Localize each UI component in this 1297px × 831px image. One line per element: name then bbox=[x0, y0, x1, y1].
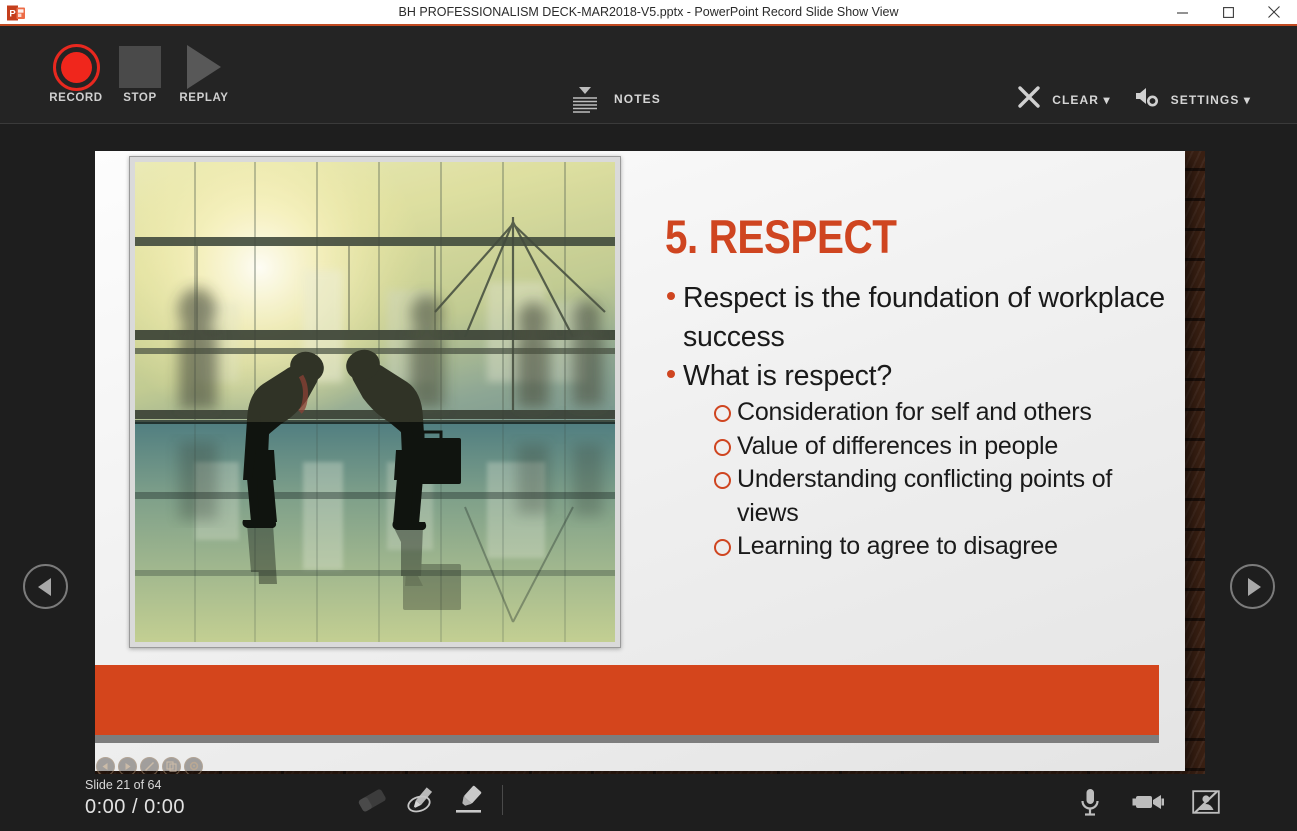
bullet-level2: Value of differences in people bbox=[713, 430, 1165, 464]
settings-label: SETTINGS ▾ bbox=[1170, 92, 1251, 107]
recording-toolbar: RECORD STOP REPLAY NOTES CLEAR ▾ SETTING… bbox=[0, 26, 1297, 124]
status-block: Slide 21 of 64 0:00 / 0:00 bbox=[85, 778, 185, 819]
settings-button[interactable]: SETTINGS ▾ bbox=[1133, 84, 1251, 115]
minimize-button[interactable] bbox=[1159, 0, 1205, 24]
record-button-label: RECORD bbox=[49, 92, 103, 104]
title-bar: P BH PROFESSIONALISM DECK-MAR2018-V5.ppt… bbox=[0, 0, 1297, 26]
play-triangle-icon bbox=[187, 36, 221, 98]
chevron-left-icon bbox=[37, 577, 51, 596]
previous-slide-button[interactable] bbox=[23, 564, 68, 609]
microphone-icon[interactable] bbox=[1073, 785, 1107, 819]
stop-icon bbox=[119, 36, 161, 98]
clear-button[interactable]: CLEAR ▾ bbox=[1016, 84, 1110, 115]
speaker-gear-icon bbox=[1133, 84, 1161, 115]
slide-gray-band bbox=[95, 735, 1159, 743]
record-icon bbox=[52, 36, 100, 98]
notes-button[interactable]: NOTES bbox=[568, 82, 661, 116]
slide-photo bbox=[135, 162, 615, 642]
replay-button-label: REPLAY bbox=[179, 92, 229, 104]
transport-controls: RECORD STOP REPLAY bbox=[44, 36, 236, 104]
bullet-level2: Learning to agree to disagree bbox=[713, 530, 1165, 564]
recording-timer: 0:00 / 0:00 bbox=[85, 796, 186, 818]
bullet-level2: Understanding conflicting points of view… bbox=[713, 463, 1165, 530]
media-controls bbox=[1073, 785, 1223, 819]
record-button[interactable]: RECORD bbox=[44, 36, 108, 104]
maximize-button[interactable] bbox=[1205, 0, 1251, 24]
camera-preview-off-icon[interactable] bbox=[1189, 785, 1223, 819]
ink-tool-group bbox=[352, 781, 509, 819]
show-next-icon[interactable] bbox=[118, 756, 137, 774]
clear-label: CLEAR ▾ bbox=[1052, 92, 1111, 107]
pen-tool-button[interactable] bbox=[400, 781, 440, 819]
eraser-tool-button[interactable] bbox=[352, 781, 392, 819]
toolbar-right-group: CLEAR ▾ SETTINGS ▾ bbox=[1016, 84, 1251, 115]
chevron-right-icon bbox=[1247, 577, 1261, 596]
slide-content[interactable]: 5. RESPECT Respect is the foundation of … bbox=[95, 151, 1185, 771]
close-x-icon bbox=[1016, 84, 1042, 115]
record-slide-show-window: P BH PROFESSIONALISM DECK-MAR2018-V5.ppt… bbox=[0, 0, 1297, 831]
slide-photo-frame bbox=[129, 156, 621, 648]
notes-lines-icon bbox=[568, 82, 602, 116]
powerpoint-logo-icon: P bbox=[6, 3, 26, 23]
bullet-level2: Consideration for self and others bbox=[713, 396, 1165, 430]
close-button[interactable] bbox=[1251, 0, 1297, 24]
bullet-level1: What is respect? bbox=[665, 357, 1165, 396]
stop-button-label: STOP bbox=[123, 92, 157, 104]
tool-divider bbox=[502, 785, 503, 815]
show-more-options-icon[interactable] bbox=[184, 756, 203, 774]
slide-title: 5. RESPECT bbox=[665, 210, 897, 263]
stop-button[interactable]: STOP bbox=[108, 36, 172, 104]
show-prev-icon[interactable] bbox=[96, 756, 115, 774]
slide-stage: 5. RESPECT Respect is the foundation of … bbox=[0, 124, 1297, 774]
bullet-level1: Respect is the foundation of workplace s… bbox=[665, 279, 1165, 357]
slide-accent-band bbox=[95, 665, 1159, 735]
slide-viewport: 5. RESPECT Respect is the foundation of … bbox=[95, 151, 1205, 774]
show-all-slides-icon[interactable] bbox=[162, 756, 181, 774]
show-pen-icon[interactable] bbox=[140, 756, 159, 774]
slide-body: Respect is the foundation of workplace s… bbox=[665, 279, 1165, 564]
slideshow-control-bar bbox=[96, 755, 203, 774]
window-title: BH PROFESSIONALISM DECK-MAR2018-V5.pptx … bbox=[398, 5, 899, 19]
window-controls bbox=[1159, 0, 1297, 24]
notes-label: NOTES bbox=[614, 92, 661, 106]
bottom-bar: Slide 21 of 64 0:00 / 0:00 bbox=[0, 774, 1297, 831]
highlighter-tool-button[interactable] bbox=[448, 781, 488, 819]
svg-text:P: P bbox=[9, 9, 16, 20]
slide-counter: Slide 21 of 64 bbox=[85, 778, 162, 792]
video-camera-icon[interactable] bbox=[1131, 785, 1165, 819]
next-slide-button[interactable] bbox=[1230, 564, 1275, 609]
replay-button[interactable]: REPLAY bbox=[172, 36, 236, 104]
